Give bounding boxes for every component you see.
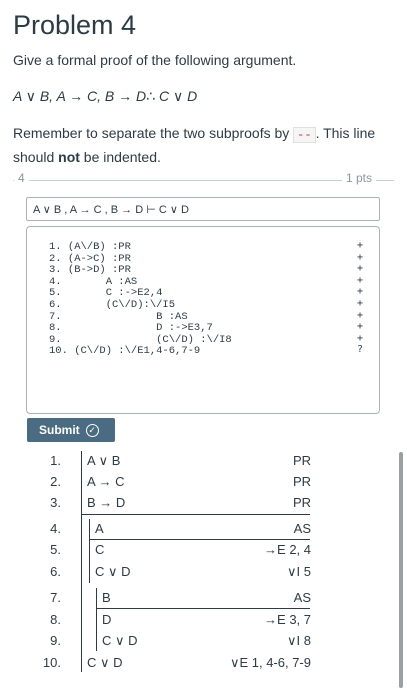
proof-formula: D [102,612,112,627]
proof-formula: C ∨ D [95,564,131,579]
rendered-proof: 1. A ∨ B PR 2. A → C PR 3. B → D PR 4. A AS 5. C →E 2,… [0,0,407,700]
proof-line-number: 3. [50,495,61,510]
proof-line-number: 4. [50,521,61,536]
proof-justification: PR [292,495,311,510]
proof-justification: PR [292,453,311,468]
proof-formula: B [102,590,111,605]
proof-formula: A ∨ B [87,453,121,468]
proof-line-number: 6. [50,564,61,579]
proof-justification: →E 3, 7 [264,612,311,627]
scrollbar[interactable] [399,452,403,688]
subproof-scope-line [96,588,97,651]
proof-justification: ∨I 8 [287,633,311,648]
assumption-separator [96,608,310,609]
proof-line-number: 2. [50,474,61,489]
proof-justification: ∨I 5 [287,564,311,579]
proof-justification: AS [293,590,311,605]
proof-formula: C [95,542,105,557]
proof-line-number: 8. [50,612,61,627]
proof-justification: PR [292,474,311,489]
problem-page: Problem 4 Give a formal proof of the fol… [0,0,407,700]
main-scope-line [81,451,82,672]
proof-formula: C ∨ D [87,655,123,670]
proof-justification: →E 2, 4 [264,542,311,557]
proof-line-number: 10. [42,655,61,670]
proof-justification: AS [293,521,311,536]
proof-line-number: 7. [50,590,61,605]
proof-formula: A → C [87,474,125,489]
proof-line-number: 5. [50,542,61,557]
proof-formula: C ∨ D [102,633,138,648]
proof-justification: ∨E 1, 4-6, 7-9 [229,655,311,670]
proof-formula: B → D [87,495,126,510]
assumption-separator [89,539,310,540]
proof-line-number: 1. [50,453,61,468]
premise-separator [81,514,310,515]
subproof-scope-line [89,519,90,583]
proof-line-number: 9. [50,633,61,648]
proof-formula: A [95,521,104,536]
